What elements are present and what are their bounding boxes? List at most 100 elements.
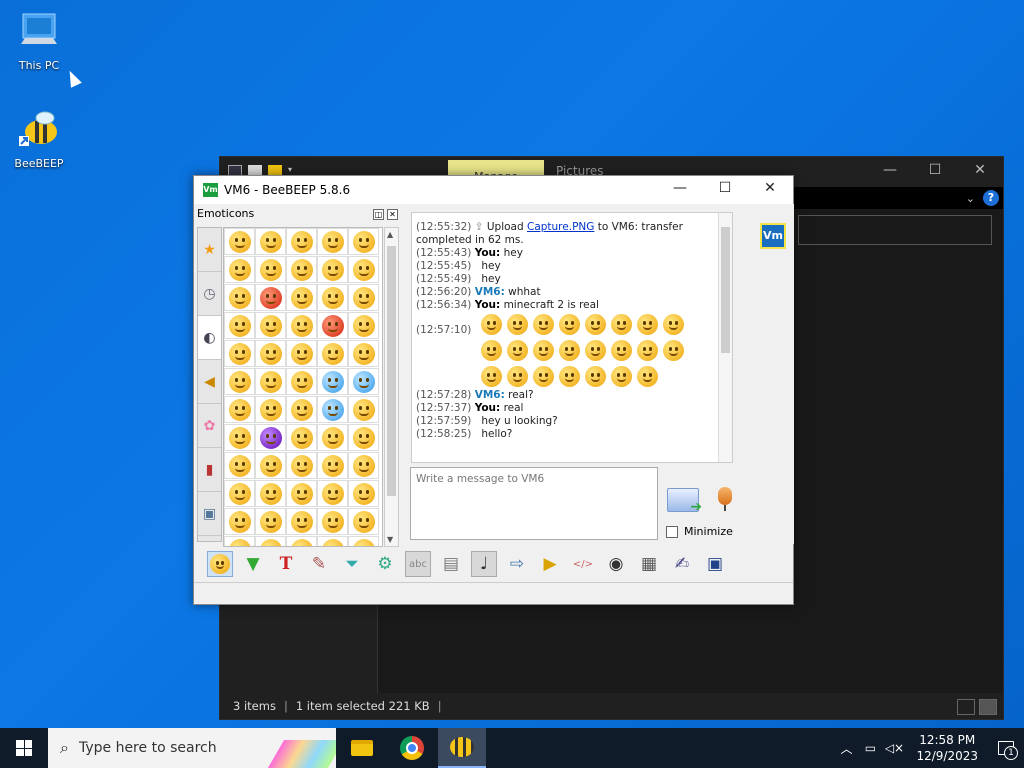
message-input[interactable]: Write a message to VM6 bbox=[410, 467, 658, 540]
chevron-down-icon[interactable]: ⌄ bbox=[966, 192, 975, 205]
tab-recent[interactable]: ★ bbox=[198, 228, 221, 272]
chevron-up-icon[interactable]: ︿ bbox=[834, 740, 858, 757]
emoticon-cell[interactable] bbox=[286, 284, 317, 311]
save-as-button[interactable]: ▣ bbox=[702, 551, 728, 577]
edit-button[interactable]: ✍ bbox=[669, 551, 695, 577]
large-icons-view-icon[interactable] bbox=[979, 699, 997, 715]
emoticon-cell[interactable] bbox=[348, 368, 379, 395]
emoticon-cell[interactable] bbox=[224, 368, 255, 395]
tab-symbols[interactable]: ▣ bbox=[198, 492, 221, 536]
emoticon-cell[interactable] bbox=[348, 312, 379, 339]
emoticon-cell[interactable] bbox=[224, 256, 255, 283]
emoticon-cell[interactable] bbox=[317, 508, 348, 535]
emoticon-cell[interactable] bbox=[255, 284, 286, 311]
emoticon-cell[interactable] bbox=[224, 312, 255, 339]
send-folder-button[interactable]: ▶ bbox=[537, 551, 563, 577]
emoticon-cell[interactable] bbox=[317, 256, 348, 283]
emoticon-cell[interactable] bbox=[224, 340, 255, 367]
taskbar-beebeep[interactable] bbox=[438, 728, 486, 768]
scroll-down-icon[interactable]: ▼ bbox=[387, 535, 393, 544]
screenshot-button[interactable]: ◉ bbox=[603, 551, 629, 577]
search-box[interactable] bbox=[798, 215, 992, 245]
emoticon-cell[interactable] bbox=[255, 480, 286, 507]
emoticon-cell[interactable] bbox=[317, 452, 348, 479]
tab-places[interactable]: ▮ bbox=[198, 448, 221, 492]
emoticon-cell[interactable] bbox=[286, 424, 317, 451]
emoticon-cell[interactable] bbox=[255, 228, 286, 255]
settings-button[interactable]: ⚙ bbox=[372, 551, 398, 577]
emoticon-cell[interactable] bbox=[255, 508, 286, 535]
taskbar-search[interactable]: ⌕ Type here to search bbox=[48, 728, 336, 768]
emoticon-cell[interactable] bbox=[348, 480, 379, 507]
voice-message-icon[interactable] bbox=[715, 487, 735, 517]
emoticon-cell[interactable] bbox=[255, 256, 286, 283]
emoticon-cell[interactable] bbox=[255, 340, 286, 367]
emoticon-cell[interactable] bbox=[224, 424, 255, 451]
scroll-thumb[interactable] bbox=[721, 227, 730, 353]
notification-center-button[interactable]: 1 bbox=[988, 728, 1024, 768]
emoticon-cell[interactable] bbox=[348, 396, 379, 423]
scroll-up-icon[interactable]: ▲ bbox=[387, 230, 393, 239]
tab-people[interactable]: ◐ bbox=[198, 316, 221, 360]
emoticon-cell[interactable] bbox=[348, 340, 379, 367]
emoticon-cell[interactable] bbox=[286, 508, 317, 535]
emoticon-cell[interactable] bbox=[286, 480, 317, 507]
tab-nature[interactable]: ✿ bbox=[198, 404, 221, 448]
volume-muted-icon[interactable]: ◁× bbox=[882, 741, 906, 755]
start-button[interactable] bbox=[0, 728, 48, 768]
emoticon-cell[interactable] bbox=[317, 480, 348, 507]
emoticon-cell[interactable] bbox=[348, 228, 379, 255]
contact-avatar[interactable]: Vm bbox=[760, 223, 786, 249]
font-color-button[interactable]: ✎ bbox=[306, 551, 332, 577]
clear-button[interactable]: ▦ bbox=[636, 551, 662, 577]
send-file-button[interactable]: ⇨ bbox=[504, 551, 530, 577]
details-view-icon[interactable] bbox=[957, 699, 975, 715]
minimize-option[interactable]: Minimize bbox=[666, 525, 733, 538]
close-button[interactable]: ✕ bbox=[748, 180, 792, 196]
tab-objects[interactable]: ◀ bbox=[198, 360, 221, 404]
chat-scrollbar[interactable] bbox=[718, 213, 732, 462]
network-icon[interactable]: ▭ bbox=[858, 741, 882, 755]
emoticon-cell[interactable] bbox=[348, 508, 379, 535]
emoticon-cell[interactable] bbox=[224, 396, 255, 423]
send-message-icon[interactable] bbox=[667, 488, 702, 515]
emoticon-cell[interactable] bbox=[224, 284, 255, 311]
close-panel-icon[interactable]: ✕ bbox=[387, 209, 398, 220]
emoticon-cell[interactable] bbox=[348, 452, 379, 479]
emoticon-cell[interactable] bbox=[224, 508, 255, 535]
emoticons-button[interactable] bbox=[207, 551, 233, 577]
tab-history[interactable]: ◷ bbox=[198, 272, 221, 316]
emoticon-cell[interactable] bbox=[286, 452, 317, 479]
emoticon-cell[interactable] bbox=[255, 396, 286, 423]
emoticon-cell[interactable] bbox=[255, 424, 286, 451]
save-chat-button[interactable]: ▼ bbox=[240, 551, 266, 577]
taskbar-file-explorer[interactable] bbox=[338, 728, 386, 768]
emoticon-cell[interactable] bbox=[255, 452, 286, 479]
desktop-icon-this-pc[interactable]: This PC bbox=[9, 10, 69, 72]
help-icon[interactable]: ? bbox=[983, 190, 999, 206]
emoticon-cell[interactable] bbox=[255, 312, 286, 339]
minimize-button[interactable]: — bbox=[875, 162, 905, 178]
completer-button[interactable]: ▤ bbox=[438, 551, 464, 577]
maximize-button[interactable]: ☐ bbox=[703, 180, 747, 196]
emoticon-cell[interactable] bbox=[348, 256, 379, 283]
emoticon-cell[interactable] bbox=[224, 480, 255, 507]
emoticon-cell[interactable] bbox=[348, 424, 379, 451]
desktop-icon-beebeep[interactable]: BeeBEEP bbox=[9, 108, 69, 170]
minimize-button[interactable]: — bbox=[658, 180, 702, 196]
emoticon-cell[interactable] bbox=[317, 424, 348, 451]
emoticon-cell[interactable] bbox=[348, 284, 379, 311]
emoticon-cell[interactable] bbox=[286, 228, 317, 255]
spellcheck-button[interactable]: abc bbox=[405, 551, 431, 577]
emoticon-cell[interactable] bbox=[224, 452, 255, 479]
file-link[interactable]: Capture.PNG bbox=[527, 221, 594, 233]
maximize-button[interactable]: ☐ bbox=[920, 162, 950, 178]
clock[interactable]: 12:58 PM 12/9/2023 bbox=[906, 732, 988, 764]
html-button[interactable]: </> bbox=[570, 551, 596, 577]
float-panel-icon[interactable]: ◫ bbox=[373, 209, 384, 220]
font-button[interactable]: T bbox=[273, 551, 299, 577]
emoticon-cell[interactable] bbox=[317, 340, 348, 367]
emoticon-cell[interactable] bbox=[224, 228, 255, 255]
close-button[interactable]: ✕ bbox=[965, 162, 995, 178]
filter-button[interactable]: ⏷ bbox=[339, 551, 365, 577]
